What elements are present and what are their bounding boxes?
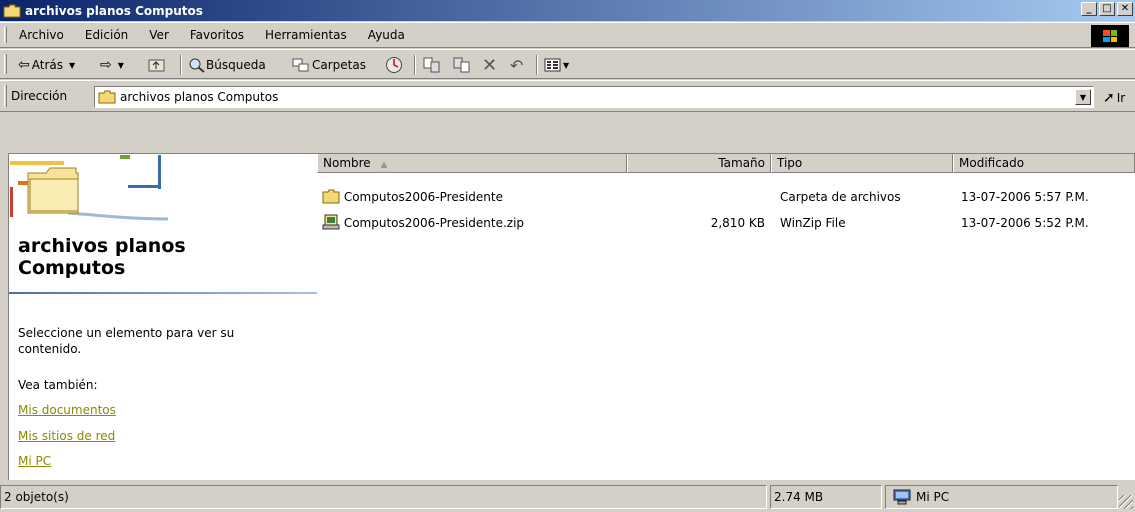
menu-bar: Archivo Edición Ver Favoritos Herramient… bbox=[0, 22, 1135, 48]
file-row[interactable]: Computos2006-Presidente.zip bbox=[322, 214, 622, 232]
file-modified: 13-07-2006 5:57 P.M. bbox=[961, 190, 1089, 204]
file-size bbox=[627, 188, 765, 206]
file-size: 2,810 KB bbox=[710, 216, 765, 230]
title-bar[interactable]: archivos planos Computos _ □ ✕ bbox=[0, 0, 1135, 21]
address-bar: Dirección archivos planos Computos ▼ ➚ I… bbox=[0, 80, 1135, 112]
column-header-name[interactable]: Nombre ▲ bbox=[317, 153, 627, 173]
search-icon bbox=[189, 58, 205, 73]
close-button[interactable]: ✕ bbox=[1117, 2, 1133, 16]
windows-logo bbox=[1091, 25, 1129, 47]
status-size: 2.74 MB bbox=[770, 485, 882, 509]
go-arrow-icon: ➚ bbox=[1103, 90, 1115, 106]
history-button[interactable] bbox=[384, 55, 404, 75]
move-to-icon bbox=[423, 57, 440, 73]
file-name: Computos2006-Presidente bbox=[343, 190, 503, 204]
column-header-size[interactable]: Tamaño bbox=[627, 153, 771, 173]
link-mis-documentos[interactable]: Mis documentos bbox=[18, 403, 116, 417]
computer-icon bbox=[893, 489, 911, 505]
sort-ascending-icon: ▲ bbox=[380, 160, 388, 170]
status-bar: 2 objeto(s) 2.74 MB Mi PC bbox=[0, 482, 1135, 512]
views-icon bbox=[544, 58, 561, 72]
window-title: archivos planos Computos bbox=[25, 3, 203, 18]
undo-icon: ↶ bbox=[510, 55, 524, 75]
title-underline bbox=[8, 292, 317, 294]
menu-archivo[interactable]: Archivo bbox=[16, 27, 67, 43]
delete-button[interactable]: ✕ bbox=[482, 54, 498, 76]
status-object-count: 2 objeto(s) bbox=[0, 485, 767, 509]
dropdown-arrow-icon: ▼ bbox=[1079, 92, 1087, 102]
column-header-modified[interactable]: Modificado bbox=[953, 153, 1135, 173]
web-view-pane: archivos planos Computos Seleccione un e… bbox=[8, 153, 317, 480]
address-dropdown-button[interactable]: ▼ bbox=[1075, 89, 1091, 105]
dropdown-arrow-icon: ▼ bbox=[563, 60, 570, 70]
up-folder-button[interactable] bbox=[148, 55, 166, 75]
menu-edicion[interactable]: Edición bbox=[82, 27, 131, 43]
minimize-button[interactable]: _ bbox=[1081, 2, 1097, 16]
menu-herramientas[interactable]: Herramientas bbox=[262, 27, 350, 43]
folders-button[interactable]: Carpetas bbox=[292, 55, 366, 75]
selection-hint: Seleccione un elemento para ver su conte… bbox=[18, 326, 235, 356]
copy-to-icon bbox=[453, 57, 470, 73]
search-button[interactable]: Búsqueda bbox=[188, 55, 266, 75]
dropdown-arrow-icon: ▼ bbox=[117, 60, 124, 70]
maximize-button[interactable]: □ bbox=[1099, 2, 1115, 16]
column-header-type[interactable]: Tipo bbox=[771, 153, 953, 173]
back-button[interactable]: ⇦ Atrás ▼ bbox=[18, 55, 75, 75]
standard-toolbar: ⇦ Atrás ▼ ⇨ ▼ Búsqueda Carpetas ✕ ↶ ▼ bbox=[0, 49, 1135, 79]
folder-icon bbox=[322, 189, 340, 204]
dropdown-arrow-icon: ▼ bbox=[68, 60, 76, 70]
resize-grip[interactable] bbox=[1119, 495, 1133, 509]
move-to-button[interactable] bbox=[422, 55, 442, 75]
file-type: Carpeta de archivos bbox=[780, 190, 901, 204]
address-input[interactable]: archivos planos Computos ▼ bbox=[94, 86, 1094, 108]
status-zone: Mi PC bbox=[885, 485, 1118, 509]
folder-title: archivos planos Computos bbox=[18, 235, 186, 279]
history-icon bbox=[386, 57, 402, 73]
file-name: Computos2006-Presidente.zip bbox=[343, 216, 525, 230]
views-button[interactable]: ▼ bbox=[544, 55, 569, 75]
forward-arrow-icon: ⇨ bbox=[100, 57, 112, 73]
link-mi-pc[interactable]: Mi PC bbox=[18, 454, 51, 468]
menu-favoritos[interactable]: Favoritos bbox=[187, 27, 247, 43]
menu-ayuda[interactable]: Ayuda bbox=[365, 27, 408, 43]
folder-icon bbox=[3, 4, 21, 17]
copy-to-button[interactable] bbox=[452, 55, 472, 75]
link-mis-sitios-de-red[interactable]: Mis sitios de red bbox=[18, 429, 115, 443]
undo-button[interactable]: ↶ bbox=[510, 55, 523, 75]
forward-button[interactable]: ⇨ ▼ bbox=[100, 55, 124, 75]
back-arrow-icon: ⇦ bbox=[18, 57, 30, 73]
address-value: archivos planos Computos bbox=[120, 90, 279, 104]
file-type: WinZip File bbox=[780, 216, 846, 230]
folders-icon bbox=[292, 58, 309, 72]
address-label: Dirección bbox=[11, 89, 68, 103]
winzip-icon bbox=[322, 214, 340, 230]
file-modified: 13-07-2006 5:52 P.M. bbox=[961, 216, 1089, 230]
folder-icon bbox=[98, 90, 116, 104]
go-button[interactable]: ➚ Ir bbox=[1103, 90, 1125, 106]
menu-ver[interactable]: Ver bbox=[146, 27, 172, 43]
see-also-label: Vea también: bbox=[18, 378, 98, 392]
delete-icon: ✕ bbox=[482, 54, 498, 76]
up-folder-icon bbox=[148, 59, 165, 72]
